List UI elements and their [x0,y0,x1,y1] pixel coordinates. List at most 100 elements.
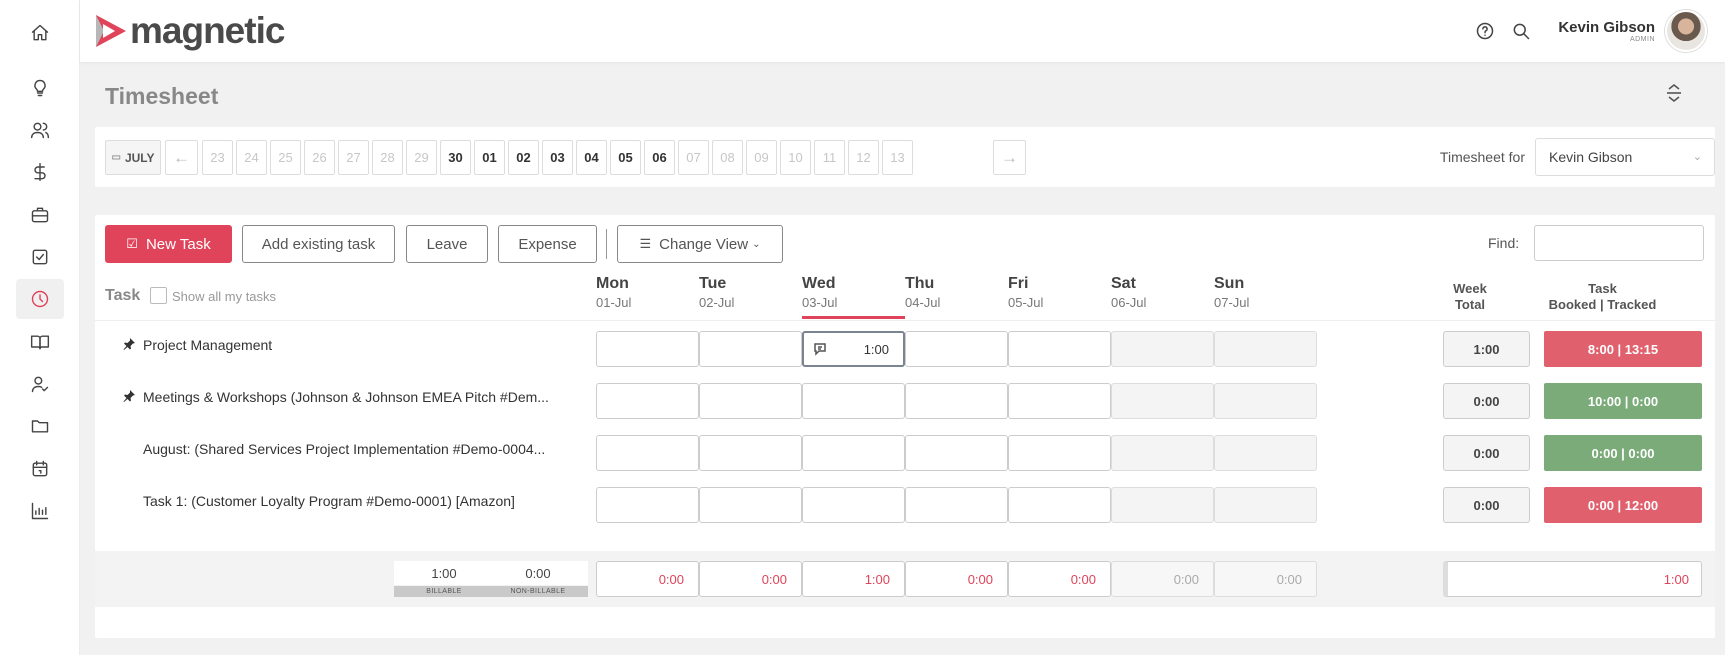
day-total-cell: 0:00 [699,561,802,597]
date-day-button[interactable]: 24 [236,140,267,175]
help-icon[interactable] [1472,18,1498,44]
date-day-button[interactable]: 12 [848,140,879,175]
dollar-icon[interactable] [16,152,64,192]
date-day-button[interactable]: 08 [712,140,743,175]
pin-icon[interactable] [123,337,135,350]
time-entry-cell[interactable] [905,331,1008,367]
time-entry-cell[interactable] [1214,435,1317,471]
date-day-button[interactable]: 25 [270,140,301,175]
time-entry-cell[interactable]: 1:00 [802,331,905,367]
time-entry-cell[interactable] [1008,487,1111,523]
date-day-button[interactable]: 23 [202,140,233,175]
user-menu[interactable]: Kevin Gibson ADMIN [1558,19,1655,43]
task-check-icon[interactable] [16,237,64,277]
day-total-cell: 1:00 [802,561,905,597]
expense-button[interactable]: Expense [498,225,597,263]
lightbulb-icon[interactable] [16,68,64,108]
day-name: Sat [1111,275,1136,292]
date-day-button[interactable]: 03 [542,140,573,175]
task-column-header: Task [105,287,141,304]
time-entry-cell[interactable] [1214,331,1317,367]
date-day-button[interactable]: 26 [304,140,335,175]
time-entry-cell[interactable] [1214,487,1317,523]
task-name[interactable]: Project Management [143,337,272,353]
logo[interactable]: magnetic [94,12,285,49]
date-day-button[interactable]: 05 [610,140,641,175]
time-entry-cell[interactable] [802,383,905,419]
user-role: ADMIN [1629,36,1655,43]
booked-tracked-header: Task Booked | Tracked [1548,281,1657,312]
time-entry-cell[interactable] [905,435,1008,471]
time-entry-cell[interactable] [699,331,802,367]
time-entry-cell[interactable] [1008,383,1111,419]
leave-button[interactable]: Leave [406,225,488,263]
date-day-button[interactable]: 11 [814,140,845,175]
time-entry-cell[interactable] [1214,383,1317,419]
next-arrow-icon[interactable]: → [993,140,1026,175]
date-day-button[interactable]: 28 [372,140,403,175]
month-label: JULY [124,150,155,165]
booked-tracked-badge: 0:00 | 12:00 [1544,487,1702,523]
comment-icon[interactable] [813,342,827,356]
time-entry-cell[interactable] [699,383,802,419]
date-navigation-bar: ▭ JULY ← 23 24 25 26 27 28 29 30 01 02 03 04 05 06 07 0… [95,127,1715,187]
day-header: Tue 02-Jul [699,275,802,310]
time-entry-cell[interactable] [596,383,699,419]
date-day-button[interactable]: 29 [406,140,437,175]
book-icon[interactable] [16,322,64,362]
home-icon[interactable] [16,13,64,53]
day-header: Thu 04-Jul [905,275,1008,310]
time-entry-cell[interactable] [699,435,802,471]
task-plus-icon: ☑ [126,236,138,251]
folder-icon[interactable] [16,406,64,446]
show-all-checkbox[interactable] [150,287,167,304]
pin-icon[interactable] [123,389,135,402]
task-name[interactable]: August: (Shared Services Project Impleme… [143,441,545,457]
task-name[interactable]: Task 1: (Customer Loyalty Program #Demo-… [143,493,515,509]
new-task-button[interactable]: ☑ New Task [105,225,232,263]
time-entry-cell[interactable] [802,487,905,523]
timesheet-user-select[interactable]: Kevin Gibson ⌄ [1535,138,1715,176]
user-check-icon[interactable] [16,364,64,404]
users-icon[interactable] [16,110,64,150]
date-day-button[interactable]: 27 [338,140,369,175]
search-icon[interactable] [1508,18,1534,44]
date-day-button[interactable]: 04 [576,140,607,175]
booked-tracked-badge: 0:00 | 0:00 [1544,435,1702,471]
date-day-button[interactable]: 02 [508,140,539,175]
date-day-button[interactable]: 10 [780,140,811,175]
calendar-icon[interactable] [16,449,64,489]
task-name[interactable]: Meetings & Workshops (Johnson & Johnson … [143,389,549,405]
date-day-button[interactable]: 13 [882,140,913,175]
list-icon: ☰ [639,236,652,251]
change-view-button[interactable]: ☰ Change View ⌄ [617,225,783,263]
time-entry-cell[interactable] [1111,435,1214,471]
date-day-button[interactable]: 09 [746,140,777,175]
time-entry-cell[interactable] [1111,331,1214,367]
time-entry-cell[interactable] [905,383,1008,419]
date-day-button[interactable]: 06 [644,140,675,175]
find-input[interactable] [1534,225,1704,261]
prev-arrow-icon[interactable]: ← [165,140,198,175]
collapse-icon[interactable] [1665,83,1683,103]
month-picker-button[interactable]: ▭ JULY [105,140,161,175]
chart-icon[interactable] [16,491,64,531]
time-entry-cell[interactable] [596,331,699,367]
briefcase-icon[interactable] [16,195,64,235]
date-day-button[interactable]: 30 [440,140,471,175]
time-entry-cell[interactable] [699,487,802,523]
date-day-button[interactable]: 07 [678,140,709,175]
avatar[interactable] [1665,10,1707,52]
time-entry-cell[interactable] [1008,435,1111,471]
date-day-button[interactable]: 01 [474,140,505,175]
time-entry-cell[interactable] [802,435,905,471]
time-entry-cell[interactable] [905,487,1008,523]
day-date: 04-Jul [905,295,941,310]
time-entry-cell[interactable] [1111,487,1214,523]
clock-icon[interactable] [16,279,64,319]
add-existing-task-button[interactable]: Add existing task [242,225,395,263]
time-entry-cell[interactable] [596,435,699,471]
time-entry-cell[interactable] [1111,383,1214,419]
time-entry-cell[interactable] [1008,331,1111,367]
time-entry-cell[interactable] [596,487,699,523]
